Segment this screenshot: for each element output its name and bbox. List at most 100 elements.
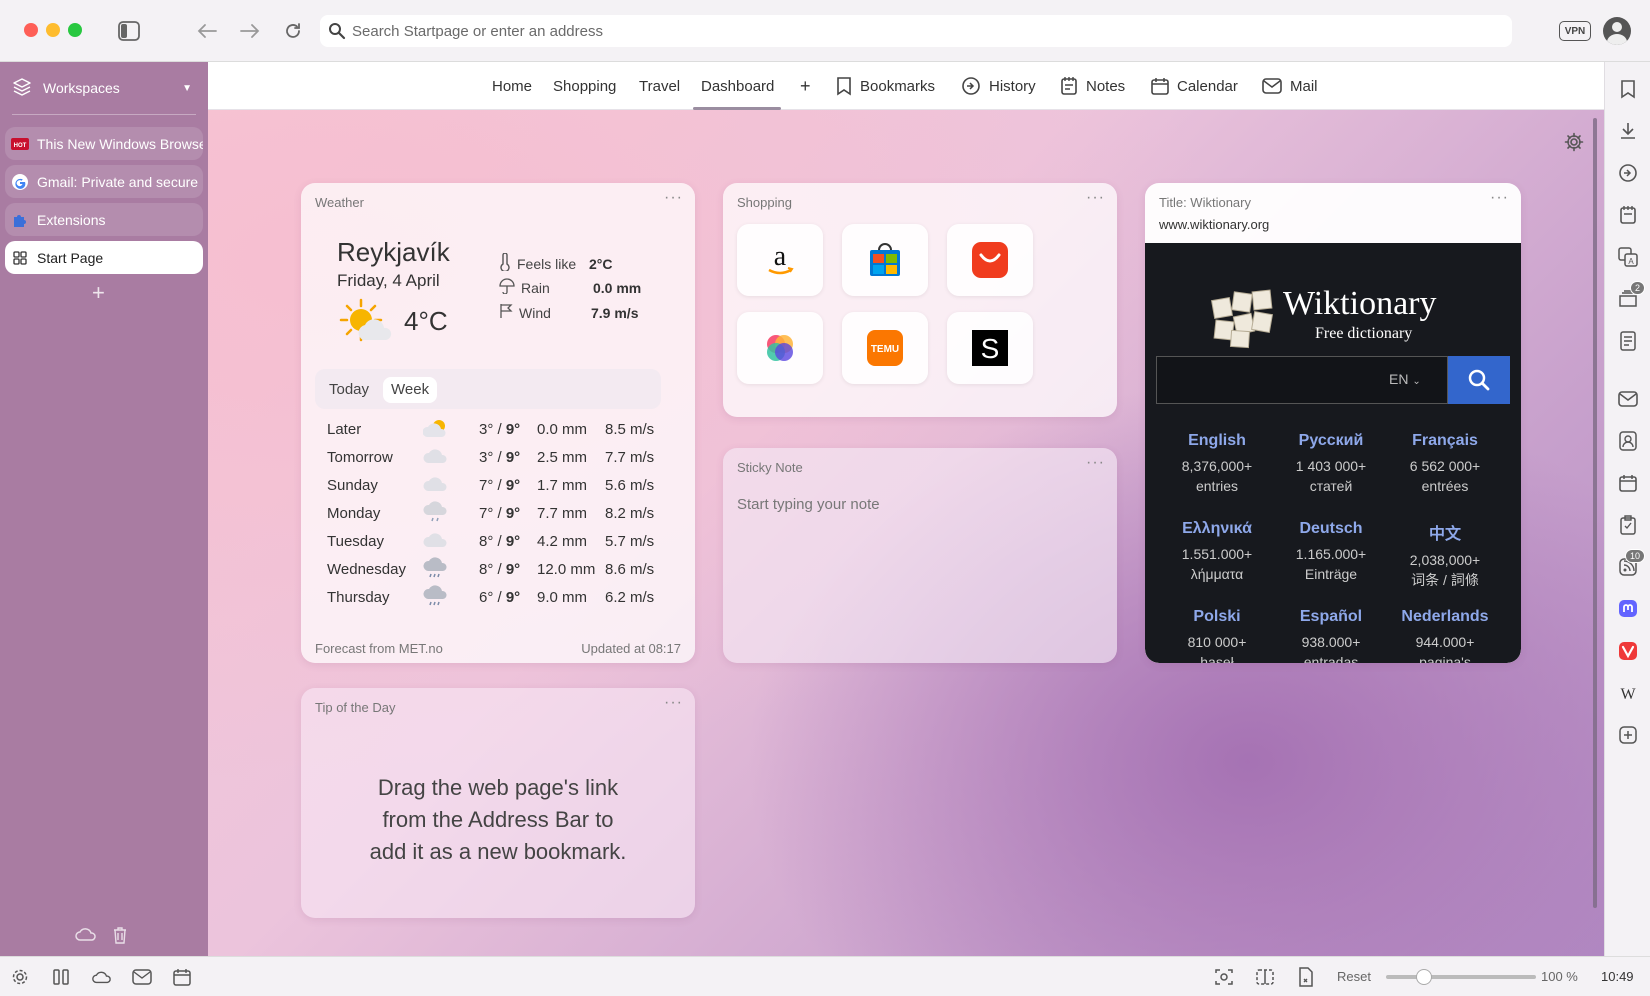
bookmark-icon	[836, 76, 852, 96]
downloads-icon[interactable]	[1617, 120, 1639, 142]
tab-today[interactable]: Today	[321, 377, 377, 403]
amazon-logo-icon: a	[765, 243, 795, 277]
wiktionary-language-link[interactable]: English8,376,000+entries	[1157, 432, 1277, 496]
wiktionary-tiles-logo	[1209, 287, 1275, 354]
wiktionary-language-link[interactable]: 中文2,038,000+词条 / 詞條	[1385, 520, 1505, 590]
badge: 10	[1625, 549, 1645, 563]
badge: 2	[1630, 281, 1645, 295]
mail-status-icon[interactable]	[132, 967, 152, 987]
add-web-panel-icon[interactable]	[1617, 724, 1639, 746]
weather-menu-button[interactable]: ···	[664, 189, 683, 207]
klarna-dial[interactable]	[737, 312, 823, 384]
mastodon-icon[interactable]	[1617, 598, 1639, 620]
panel-toggle-icon[interactable]	[115, 17, 143, 45]
vpn-button[interactable]: VPN	[1559, 21, 1591, 41]
tab-shopping[interactable]: Shopping	[553, 62, 616, 110]
address-input[interactable]	[352, 15, 1502, 47]
zoom-reset-button[interactable]: Reset	[1337, 969, 1371, 984]
feels-like-label: Feels like	[517, 256, 589, 272]
contacts-icon[interactable]	[1617, 430, 1639, 452]
history-panel-icon[interactable]	[1617, 162, 1639, 184]
feeds-icon[interactable]: 10	[1617, 556, 1639, 578]
cloud-icon[interactable]	[74, 926, 98, 947]
nav-notes[interactable]: Notes	[1060, 62, 1125, 110]
forecast-updated: Updated at 08:17	[581, 641, 681, 656]
tab-home[interactable]: Home	[492, 62, 532, 110]
caret-down-icon: ▼	[182, 83, 192, 94]
reading-list-icon[interactable]: 2	[1617, 288, 1639, 310]
wiktionary-language-link[interactable]: Русский1 403 000+статей	[1271, 432, 1391, 496]
microsoft-store-dial[interactable]	[842, 224, 928, 296]
nav-mail[interactable]: Mail	[1262, 62, 1318, 110]
reload-icon[interactable]	[279, 17, 307, 45]
back-arrow-icon[interactable]	[193, 17, 221, 45]
new-tab-button[interactable]: +	[92, 280, 105, 306]
add-dial-group-button[interactable]: +	[800, 62, 811, 110]
mail-panel-icon[interactable]	[1617, 388, 1639, 410]
workspaces-menu[interactable]: Workspaces ▼	[12, 74, 198, 102]
zoom-slider[interactable]	[1386, 975, 1536, 979]
address-bar[interactable]	[320, 15, 1512, 47]
wiktionary-language-link[interactable]: Español938.000+entradas	[1271, 608, 1391, 663]
tip-menu-button[interactable]: ···	[664, 694, 683, 712]
temu-dial[interactable]: TEMU	[842, 312, 928, 384]
wiktionary-language-link[interactable]: Nederlands944.000+pagina's	[1385, 608, 1505, 663]
tab-travel[interactable]: Travel	[639, 62, 680, 110]
reader-icon[interactable]	[1617, 330, 1639, 352]
sidebar-tab-extensions[interactable]: Extensions	[5, 203, 203, 236]
sticky-note-input[interactable]: Start typing your note	[737, 496, 880, 513]
bookmarks-panel-icon[interactable]	[1617, 78, 1639, 100]
weather-title: Weather	[315, 195, 364, 210]
trash-icon[interactable]	[112, 926, 128, 949]
zoom-slider-knob[interactable]	[1416, 969, 1432, 985]
aliexpress-dial[interactable]	[947, 224, 1033, 296]
calendar-status-icon[interactable]	[172, 967, 192, 987]
page-tiling-icon[interactable]	[1255, 967, 1275, 987]
forecast-tabs: Today Week	[315, 369, 661, 409]
language-select[interactable]: EN ⌄	[1389, 371, 1421, 387]
nav-calendar[interactable]: Calendar	[1151, 62, 1238, 110]
translate-icon[interactable]: A	[1617, 246, 1639, 268]
page-actions-icon[interactable]	[1296, 967, 1316, 987]
forward-arrow-icon[interactable]	[236, 17, 264, 45]
nav-history[interactable]: History	[961, 62, 1036, 110]
wikipedia-icon[interactable]: W	[1617, 682, 1639, 704]
wiktionary-language-link[interactable]: Deutsch1.165.000+Einträge	[1271, 520, 1391, 584]
tasks-icon[interactable]	[1617, 514, 1639, 536]
sticky-menu-button[interactable]: ···	[1086, 454, 1105, 472]
wiktionary-menu-button[interactable]: ···	[1490, 189, 1509, 207]
title-bar: VPN	[0, 0, 1650, 62]
tab-week[interactable]: Week	[383, 377, 437, 403]
sidebar-tab-gmail[interactable]: Gmail: Private and secure	[5, 165, 203, 198]
petal-logo-icon	[763, 331, 797, 365]
settings-gear-icon[interactable]	[1564, 132, 1584, 157]
amazon-dial[interactable]: a	[737, 224, 823, 296]
vivaldi-icon[interactable]	[1617, 640, 1639, 662]
settings-icon[interactable]	[10, 967, 30, 987]
wiktionary-url[interactable]: www.wiktionary.org	[1159, 217, 1269, 232]
zoom-window-button[interactable]	[68, 23, 82, 37]
wiktionary-language-link[interactable]: Français6 562 000+entrées	[1385, 432, 1505, 496]
sync-cloud-icon[interactable]	[91, 967, 111, 987]
svg-text:S: S	[981, 333, 1000, 364]
tab-dashboard[interactable]: Dashboard	[701, 62, 774, 110]
cloud-icon	[423, 445, 451, 471]
calendar-panel-icon[interactable]	[1617, 472, 1639, 494]
wiktionary-language-link[interactable]: Ελληνικά1.551.000+λήμματα	[1157, 520, 1277, 584]
capture-icon[interactable]	[1214, 967, 1234, 987]
sidebar-tab-news[interactable]: HOT This New Windows Browser	[5, 127, 203, 160]
close-window-button[interactable]	[24, 23, 38, 37]
page-scrollbar[interactable]	[1593, 118, 1597, 908]
wiktionary-search-button[interactable]	[1448, 356, 1510, 404]
shein-dial[interactable]: S	[947, 312, 1033, 384]
language-count: 8,376,000+entries	[1157, 456, 1277, 496]
shopping-menu-button[interactable]: ···	[1086, 189, 1105, 207]
sidebar-tab-start-page[interactable]: Start Page	[5, 241, 203, 274]
tile-view-icon[interactable]	[51, 967, 71, 987]
aliexpress-logo-icon	[971, 241, 1009, 279]
wiktionary-language-link[interactable]: Polski810 000+haseł	[1157, 608, 1277, 663]
minimize-window-button[interactable]	[46, 23, 60, 37]
profile-avatar[interactable]	[1603, 17, 1631, 45]
notes-panel-icon[interactable]	[1617, 204, 1639, 226]
nav-bookmarks[interactable]: Bookmarks	[836, 62, 935, 110]
